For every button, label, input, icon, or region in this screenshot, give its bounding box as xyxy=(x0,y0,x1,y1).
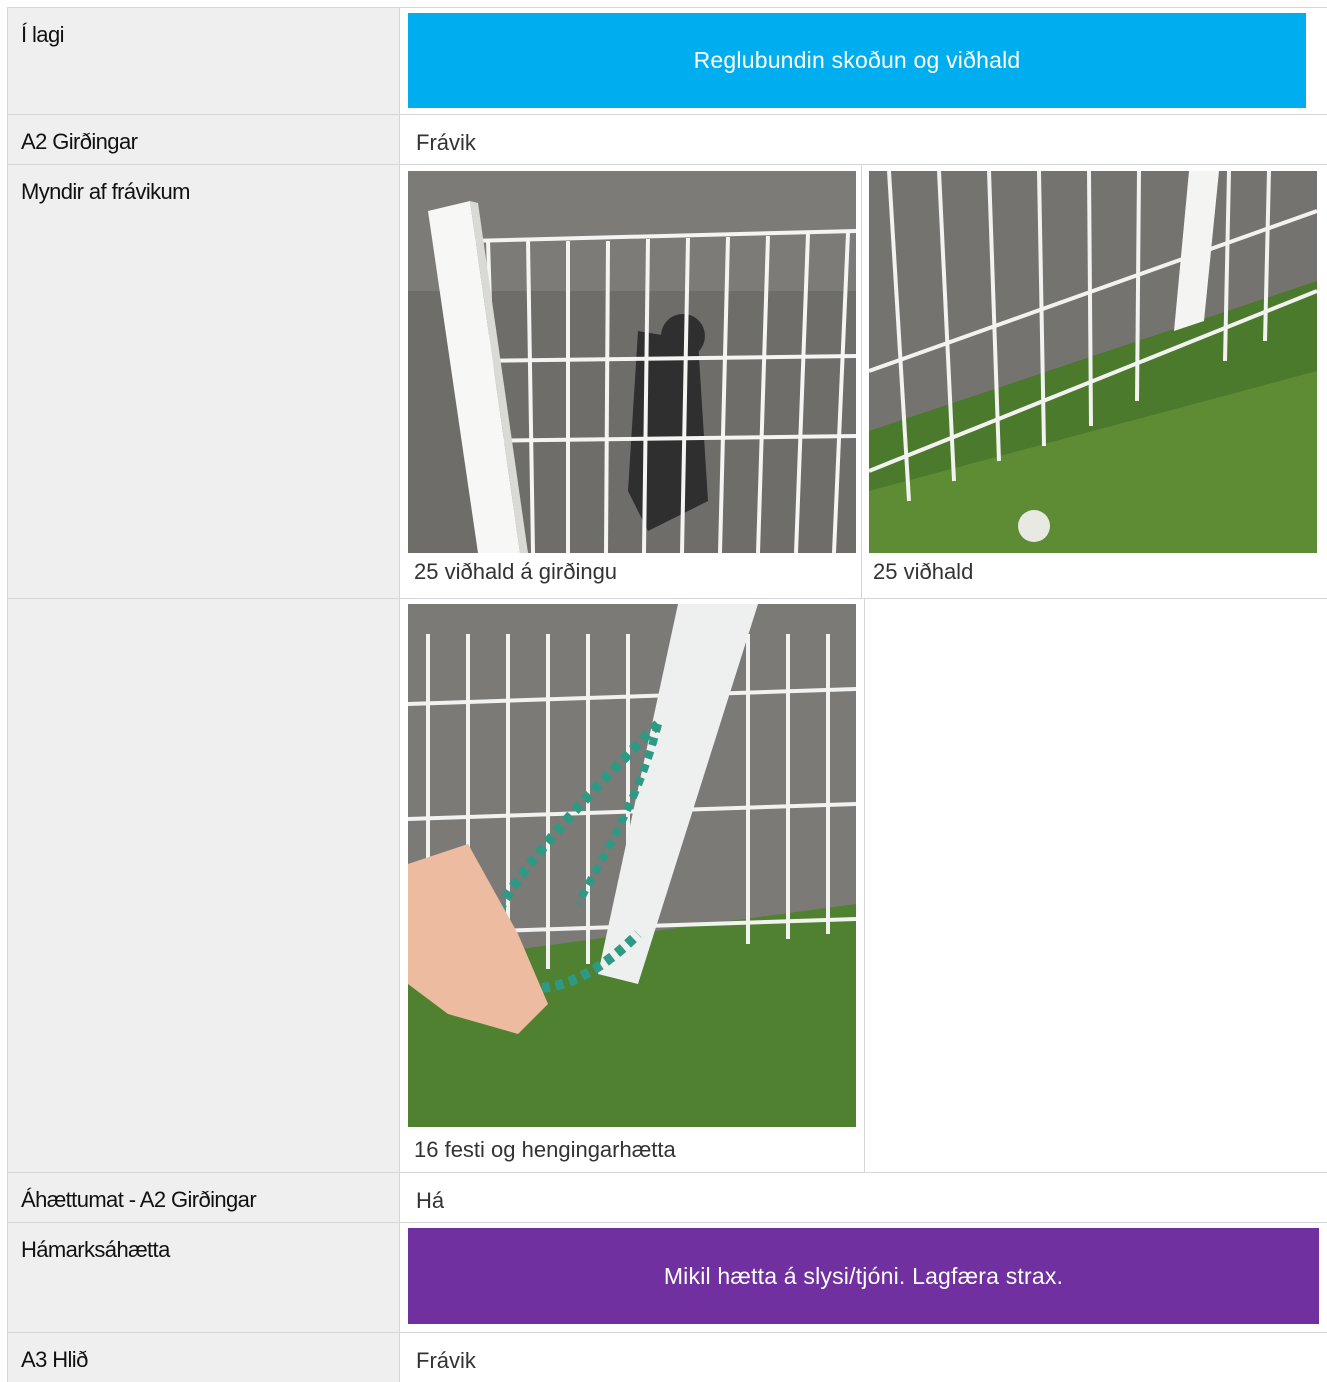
row-label-cell: Áhættumat - A2 Girðingar xyxy=(7,1173,400,1222)
row-value-cell: Reglubundin skoðun og viðhald xyxy=(400,8,1327,114)
row-label: Hámarksáhætta xyxy=(21,1237,170,1262)
row-value: Há xyxy=(416,1188,445,1213)
row-deviation-photos: Myndir af frávikum 25 viðhald á girðingu… xyxy=(7,164,1327,598)
row-label: Áhættumat - A2 Girðingar xyxy=(21,1187,257,1212)
row-value-cell: Frávik xyxy=(400,115,1327,164)
row-value-cell: Há xyxy=(400,1173,1327,1222)
row-a3-gate: A3 Hlið Frávik xyxy=(7,1332,1327,1382)
photo-caption: 25 viðhald xyxy=(873,559,974,584)
row-label-cell: A3 Hlið xyxy=(7,1333,400,1382)
row-max-risk: Hámarksáhætta Mikil hætta á slysi/tjóni.… xyxy=(7,1222,1327,1332)
row-label: A2 Girðingar xyxy=(21,129,138,154)
photo-cell: 25 viðhald á girðingu xyxy=(400,165,862,598)
row-value-cell: 25 viðhald á girðingu 25 viðhald xyxy=(400,165,1327,598)
row-value-cell: Mikil hætta á slysi/tjóni. Lagfæra strax… xyxy=(400,1223,1327,1332)
row-value: Frávik xyxy=(416,1348,476,1373)
row-label-cell: A2 Girðingar xyxy=(7,115,400,164)
status-banner: Reglubundin skoðun og viðhald xyxy=(408,13,1306,108)
row-label-cell: Í lagi xyxy=(7,8,400,114)
row-label-cell: Hámarksáhætta xyxy=(7,1223,400,1332)
row-label: A3 Hlið xyxy=(21,1347,88,1372)
row-deviation-photos-cont: 16 festi og hengingarhætta xyxy=(7,598,1327,1172)
photo-caption: 25 viðhald á girðingu xyxy=(414,559,618,584)
row-a2-fences: A2 Girðingar Frávik xyxy=(7,114,1327,164)
fence-photo-1[interactable] xyxy=(408,171,856,553)
photo-caption: 16 festi og hengingarhætta xyxy=(414,1137,676,1162)
row-label-cell xyxy=(7,599,400,1172)
risk-banner-text: Mikil hætta á slysi/tjóni. Lagfæra strax… xyxy=(663,1262,1064,1289)
row-label: Myndir af frávikum xyxy=(21,179,191,204)
fence-photo-2[interactable] xyxy=(869,171,1317,553)
row-value-cell: 16 festi og hengingarhætta xyxy=(400,599,1327,1172)
row-label: Í lagi xyxy=(21,22,64,47)
photo-cell: 16 festi og hengingarhætta xyxy=(400,599,865,1172)
row-value-cell: Frávik xyxy=(400,1333,1327,1382)
photo-cell: 25 viðhald xyxy=(862,165,1327,598)
row-status-ok: Í lagi Reglubundin skoðun og viðhald xyxy=(7,7,1327,114)
status-banner-text: Reglubundin skoðun og viðhald xyxy=(693,47,1021,73)
fence-photo-3[interactable] xyxy=(408,604,856,1127)
row-label-cell: Myndir af frávikum xyxy=(7,165,400,598)
row-value: Frávik xyxy=(416,130,476,155)
row-risk-assessment: Áhættumat - A2 Girðingar Há xyxy=(7,1172,1327,1222)
risk-banner: Mikil hætta á slysi/tjóni. Lagfæra strax… xyxy=(408,1228,1319,1324)
